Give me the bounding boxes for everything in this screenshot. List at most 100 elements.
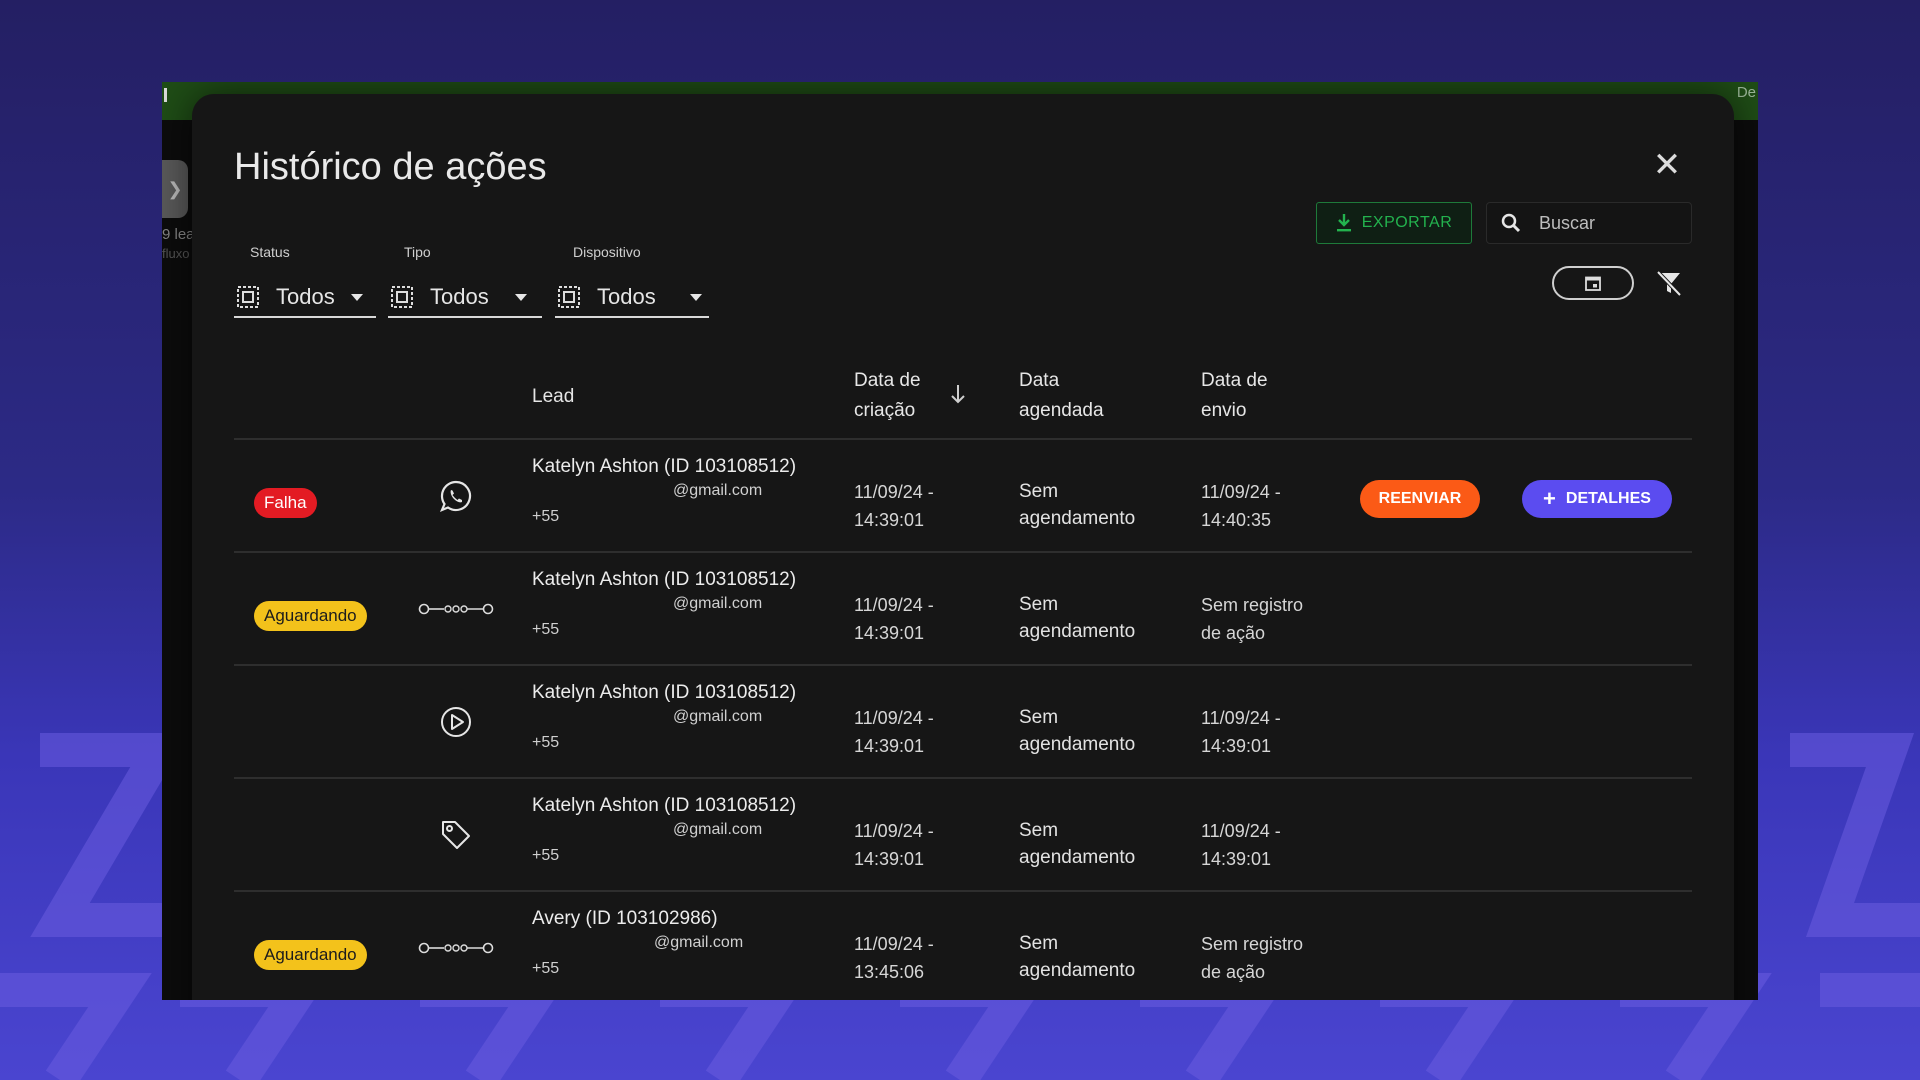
- tag-icon: [416, 813, 496, 857]
- sent-date-line2: de ação: [1201, 623, 1266, 643]
- sent-date-line2: 14:39:01: [1201, 736, 1272, 756]
- column-header-created-line2: criação: [854, 400, 916, 421]
- search-box[interactable]: [1486, 202, 1692, 244]
- status-filter: Status Todos: [234, 244, 376, 318]
- created-date-line2: 13:45:06: [854, 962, 925, 982]
- search-input[interactable]: [1539, 212, 1669, 234]
- lead-phone: +55: [532, 847, 560, 864]
- select-all-icon: [237, 286, 259, 308]
- caret-down-icon: [689, 293, 702, 301]
- scheduled-date-line2: agendamento: [1019, 508, 1136, 529]
- lead-name: Katelyn Ashton (ID 103108512): [532, 682, 797, 703]
- lead-name: Katelyn Ashton (ID 103108512): [532, 569, 797, 590]
- column-header-scheduled-line2: agendada: [1019, 400, 1104, 421]
- modal-viewport: Histórico de ações ✕ EXPORTAR Status: [162, 82, 1758, 1000]
- plus-icon: +: [1543, 486, 1556, 511]
- date-filter-button[interactable]: [1552, 266, 1634, 300]
- sort-descending-icon[interactable]: [950, 384, 966, 404]
- column-header-sent-line2: envio: [1201, 400, 1247, 421]
- sent-date: 11/09/24 - 14:39:01: [1201, 704, 1281, 760]
- column-header-created-line1: Data de: [854, 370, 921, 391]
- scheduled-date-line2: agendamento: [1019, 621, 1136, 642]
- scheduled-date-line1: Sem: [1019, 707, 1059, 728]
- sent-date-line1: 11/09/24 -: [1201, 708, 1281, 728]
- table-row[interactable]: Aguardando Avery (ID 103102986) @gmail.c…: [234, 892, 1692, 1000]
- sent-date: 11/09/24 - 14:40:35: [1201, 478, 1281, 534]
- lead-email: @gmail.com: [673, 482, 763, 499]
- caret-down-icon: [514, 293, 527, 301]
- sent-date: Sem registro de ação: [1201, 930, 1303, 986]
- table-row[interactable]: Aguardando Katelyn Ashton (ID 103108512)…: [234, 553, 1692, 666]
- scheduled-date-line2: agendamento: [1019, 847, 1136, 868]
- status-filter-label: Status: [250, 244, 290, 260]
- scheduled-date-line1: Sem: [1019, 481, 1059, 502]
- sent-date-line2: 14:40:35: [1201, 510, 1272, 530]
- created-date: 11/09/24 - 14:39:01: [854, 817, 934, 873]
- close-button[interactable]: ✕: [1652, 148, 1682, 182]
- status-badge: Falha: [254, 488, 317, 518]
- sent-date-line1: 11/09/24 -: [1201, 821, 1281, 841]
- created-date-line1: 11/09/24 -: [854, 595, 934, 615]
- calendar-icon: [1585, 276, 1601, 291]
- lead-phone: +55: [532, 734, 560, 751]
- type-filter-select[interactable]: Todos: [388, 278, 542, 318]
- type-filter-label: Tipo: [404, 244, 431, 260]
- lead-phone: +55: [532, 508, 560, 525]
- flow-icon: [416, 926, 496, 970]
- lead-email: @gmail.com: [654, 934, 744, 951]
- resend-button[interactable]: REENVIAR: [1360, 480, 1480, 518]
- sent-date-line1: Sem registro: [1201, 934, 1304, 954]
- scheduled-date: Sem agendamento: [1019, 704, 1135, 758]
- created-date-line2: 14:39:01: [854, 849, 925, 869]
- download-icon: [1336, 214, 1351, 232]
- created-date: 11/09/24 - 14:39:01: [854, 591, 934, 647]
- column-header-scheduled-line1: Data: [1019, 370, 1060, 391]
- status-filter-select[interactable]: Todos: [234, 278, 376, 318]
- device-filter: Dispositivo Todos: [555, 244, 709, 318]
- lead-name: Katelyn Ashton (ID 103108512): [532, 456, 797, 477]
- status-badge: Aguardando: [254, 940, 367, 970]
- table-row[interactable]: Katelyn Ashton (ID 103108512) @gmail.com…: [234, 779, 1692, 892]
- filter-off-icon: [1656, 270, 1682, 297]
- type-filter-value: Todos: [430, 284, 489, 309]
- created-date-line1: 11/09/24 -: [854, 482, 934, 502]
- created-date-line2: 14:39:01: [854, 510, 925, 530]
- export-label: EXPORTAR: [1361, 214, 1453, 231]
- flow-icon: [416, 587, 496, 631]
- action-history-modal: Histórico de ações ✕ EXPORTAR Status: [192, 94, 1734, 1000]
- created-date-line2: 14:39:01: [854, 736, 925, 756]
- created-date-line1: 11/09/24 -: [854, 708, 934, 728]
- column-header-scheduled[interactable]: Data agendada: [1019, 366, 1104, 426]
- lead-phone: +55: [532, 621, 560, 638]
- column-header-lead: Lead: [532, 386, 575, 407]
- scheduled-date-line1: Sem: [1019, 933, 1059, 954]
- lead-name: Katelyn Ashton (ID 103108512): [532, 795, 797, 816]
- device-filter-select[interactable]: Todos: [555, 278, 709, 318]
- created-date: 11/09/24 - 14:39:01: [854, 478, 934, 534]
- column-header-created[interactable]: Data de criação: [854, 366, 921, 426]
- table-header: Lead Data de criação Data agendada Data …: [234, 352, 1692, 440]
- modal-title: Histórico de ações: [234, 146, 547, 188]
- device-filter-label: Dispositivo: [573, 244, 641, 260]
- details-button[interactable]: + DETALHES: [1522, 480, 1672, 518]
- created-date-line2: 14:39:01: [854, 623, 925, 643]
- table-row[interactable]: Katelyn Ashton (ID 103108512) @gmail.com…: [234, 666, 1692, 779]
- close-icon: ✕: [1652, 146, 1682, 184]
- scheduled-date: Sem agendamento: [1019, 817, 1135, 871]
- status-badge: Aguardando: [254, 601, 367, 631]
- lead-name: Avery (ID 103102986): [532, 908, 718, 929]
- sent-date: Sem registro de ação: [1201, 591, 1303, 647]
- table-row[interactable]: Falha Katelyn Ashton (ID 103108512) @gma…: [234, 440, 1692, 553]
- created-date-line1: 11/09/24 -: [854, 821, 934, 841]
- sent-date-line2: 14:39:01: [1201, 849, 1272, 869]
- column-header-sent[interactable]: Data de envio: [1201, 366, 1268, 426]
- scheduled-date: Sem agendamento: [1019, 591, 1135, 645]
- clear-filters-button[interactable]: [1654, 268, 1684, 298]
- sent-date-line2: de ação: [1201, 962, 1266, 982]
- created-date: 11/09/24 - 13:45:06: [854, 930, 934, 986]
- lead-email: @gmail.com: [673, 708, 763, 725]
- scheduled-date-line2: agendamento: [1019, 734, 1136, 755]
- sent-date-line1: 11/09/24 -: [1201, 482, 1281, 502]
- export-button[interactable]: EXPORTAR: [1316, 202, 1472, 244]
- device-filter-value: Todos: [597, 284, 656, 309]
